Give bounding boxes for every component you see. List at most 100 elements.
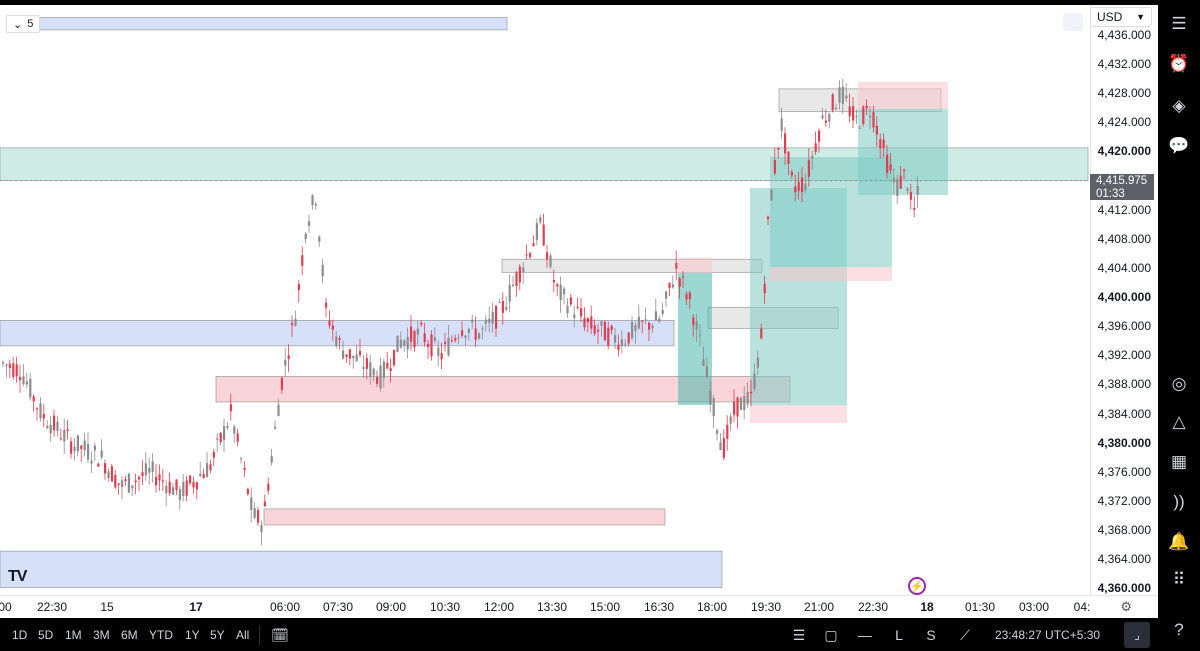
range-button-6m[interactable]: 6M [121,628,138,642]
candle-body [705,366,708,378]
collapse-icon[interactable]: ⌟ [1124,622,1150,648]
candle-body [535,223,538,240]
candle-body [165,485,168,494]
candle-body [556,284,559,287]
time-tick-label: 01:30 [964,600,996,614]
trendline-icon[interactable]: ⟋ [953,624,977,646]
price-tick-label: 4,384.000 [1097,406,1151,421]
candle-body [484,319,487,324]
time-tick-label: 22:30 [36,600,68,614]
candle-body [501,301,504,313]
toolbar-separator [259,625,260,645]
candle-body [675,262,678,269]
gauge-icon[interactable]: ◎ [1165,370,1193,398]
candle-body [240,458,243,460]
range-button-5d[interactable]: 5D [38,628,53,642]
chat-icon[interactable]: 💬 [1165,132,1193,160]
mountain-icon[interactable]: △ [1165,408,1193,436]
calendar-range-icon[interactable]: 🗓 [268,624,292,646]
candle-body [644,319,647,321]
range-button-1y[interactable]: 1Y [185,628,200,642]
app-window: ⌄ 5 TV ⚡ 4,436.000 4,432.000 4,428.000 4,42… [0,0,1200,651]
candle-body [386,362,389,369]
range-button-ytd[interactable]: YTD [149,628,173,642]
candle-body [8,363,11,368]
range-button-5y[interactable]: 5Y [210,628,225,642]
calendar-icon[interactable]: ▦ [1165,448,1193,476]
candle-body [743,396,746,410]
candle-body [131,485,134,489]
candle-body [5,364,8,366]
candle-body [906,188,909,192]
range-button-3m[interactable]: 3M [93,628,110,642]
chart-menu-button[interactable] [1063,13,1083,31]
apps-icon[interactable]: ⠿ [1165,566,1193,594]
candle-body [76,435,79,452]
candle-body [100,450,103,458]
candle-body [614,335,617,343]
candle-body [576,306,579,308]
candle-body [872,112,875,128]
tradingview-logo: TV [8,568,27,585]
flash-icon[interactable]: ⚡ [908,577,926,595]
settings-gear-icon[interactable]: ⚙ [1120,599,1132,615]
candle-body [175,479,178,490]
horizontal-line-icon[interactable]: — [853,624,877,646]
interval-selector[interactable]: ⌄ 5 [6,15,41,33]
candle-body [467,328,470,334]
candle-body [185,480,188,496]
candle-body [505,306,508,310]
currency-selector[interactable]: USD ▼ [1090,7,1152,27]
range-button-1d[interactable]: 1D [12,628,27,642]
chart-pane[interactable]: ⌄ 5 TV ⚡ [0,5,1090,595]
bell-icon[interactable]: 🔔 [1165,528,1193,556]
long-position-icon[interactable]: L [887,624,911,646]
candle-body [913,207,916,210]
candle-body [637,316,640,329]
candle-body [104,463,107,474]
candle-body [695,321,698,330]
candle-body [97,463,100,467]
time-tick-label: 17 [189,600,203,614]
candle-body [692,317,695,326]
range-button-all[interactable]: All [236,628,249,642]
candle-body [518,266,521,283]
candle-body [308,221,311,226]
candle-body [852,106,855,121]
candle-body [335,336,338,346]
candle-body [756,357,759,368]
candle-body [410,326,413,342]
indicators-icon[interactable]: ☰ [787,624,811,646]
candle-body [658,318,661,322]
range-button-1m[interactable]: 1M [65,628,82,642]
candle-body [280,377,283,390]
candle-body [542,224,545,246]
price-tick-label: 4,392.000 [1097,348,1151,363]
layers-icon[interactable]: ◈ [1165,92,1193,120]
candle-body [318,236,321,242]
help-icon[interactable]: ? [1165,616,1193,644]
broadcast-icon[interactable]: )) [1165,488,1193,516]
candle-body [668,282,671,289]
rectangle-icon[interactable]: ▢ [819,624,843,646]
candle-body [168,481,171,494]
candle-body [709,390,712,405]
candle-body [433,337,436,341]
candle-body [661,309,664,315]
time-tick-label: 18 [920,600,934,614]
candle-body [158,474,161,481]
time-axis[interactable]: ⚙ 00 22:30 15 17 06:00 07:30 09:00 10:30 12:00 13… [0,595,1158,618]
candle-body [212,451,215,458]
candle-body [624,343,627,345]
watchlist-icon[interactable]: ☰ [1165,10,1193,38]
candle-body [746,391,749,405]
price-tick-label: 4,380.000 [1097,435,1151,450]
candle-body [651,325,654,329]
clock-readout[interactable]: 23:48:27 UTC+5:30 [995,628,1100,642]
time-tick-label: 15:00 [589,600,621,614]
alert-clock-icon[interactable]: ⏰ [1165,50,1193,78]
short-position-icon[interactable]: S [919,624,943,646]
chart-canvas[interactable] [0,5,1090,595]
interval-value: 5 [27,18,34,30]
price-axis[interactable]: 4,436.000 4,432.000 4,428.000 4,424.000 4,42… [1090,5,1159,595]
